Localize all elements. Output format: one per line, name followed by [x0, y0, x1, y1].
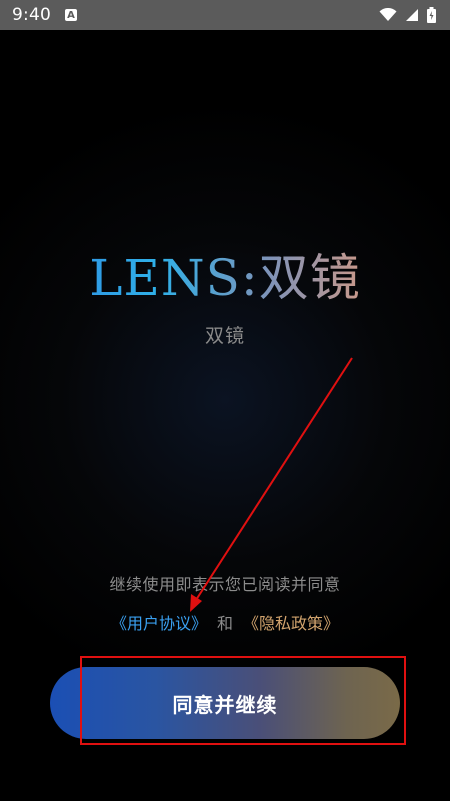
agreement-links: 《用户协议》和《隐私政策》 [0, 610, 450, 634]
and-text: 和 [216, 614, 233, 633]
app-subtitle: 双镜 [204, 325, 245, 347]
user-agreement-link[interactable]: 《用户协议》 [111, 614, 207, 633]
wifi-icon [379, 8, 397, 22]
status-time: 9:40 [12, 5, 51, 25]
battery-icon [427, 7, 436, 23]
notification-a-icon: A [64, 9, 77, 21]
status-bar: 9:40 A [0, 0, 450, 30]
status-icons [379, 7, 436, 23]
signal-icon [405, 8, 419, 22]
agree-continue-button[interactable]: 同意并继续 [50, 667, 400, 739]
splash-screen: 9:40 A LENS:双镜 双镜 继续使用即表示您已阅读并同意 《用户协议》 … [0, 0, 450, 801]
privacy-policy-link[interactable]: 《隐私政策》 [243, 614, 339, 633]
app-title: LENS:双镜 [0, 248, 450, 308]
agreement-prompt: 继续使用即表示您已阅读并同意 [109, 575, 341, 594]
